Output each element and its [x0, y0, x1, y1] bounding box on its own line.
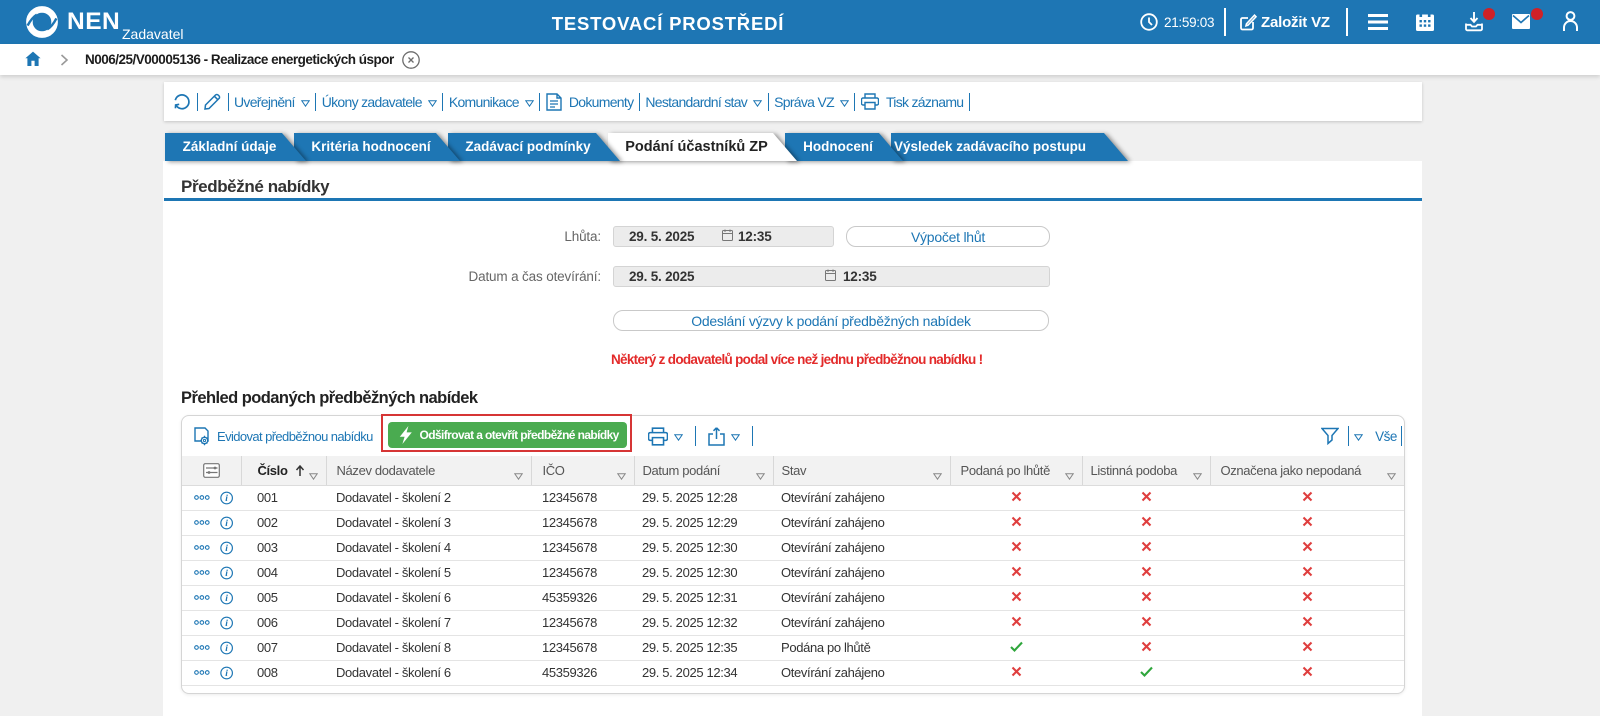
- svg-text:i: i: [225, 494, 228, 504]
- svg-text:i: i: [225, 594, 228, 604]
- svg-text:i: i: [225, 669, 228, 679]
- svg-text:i: i: [225, 569, 228, 579]
- svg-text:i: i: [225, 619, 228, 629]
- svg-text:i: i: [225, 544, 228, 554]
- svg-text:i: i: [225, 519, 228, 529]
- svg-text:i: i: [225, 644, 228, 654]
